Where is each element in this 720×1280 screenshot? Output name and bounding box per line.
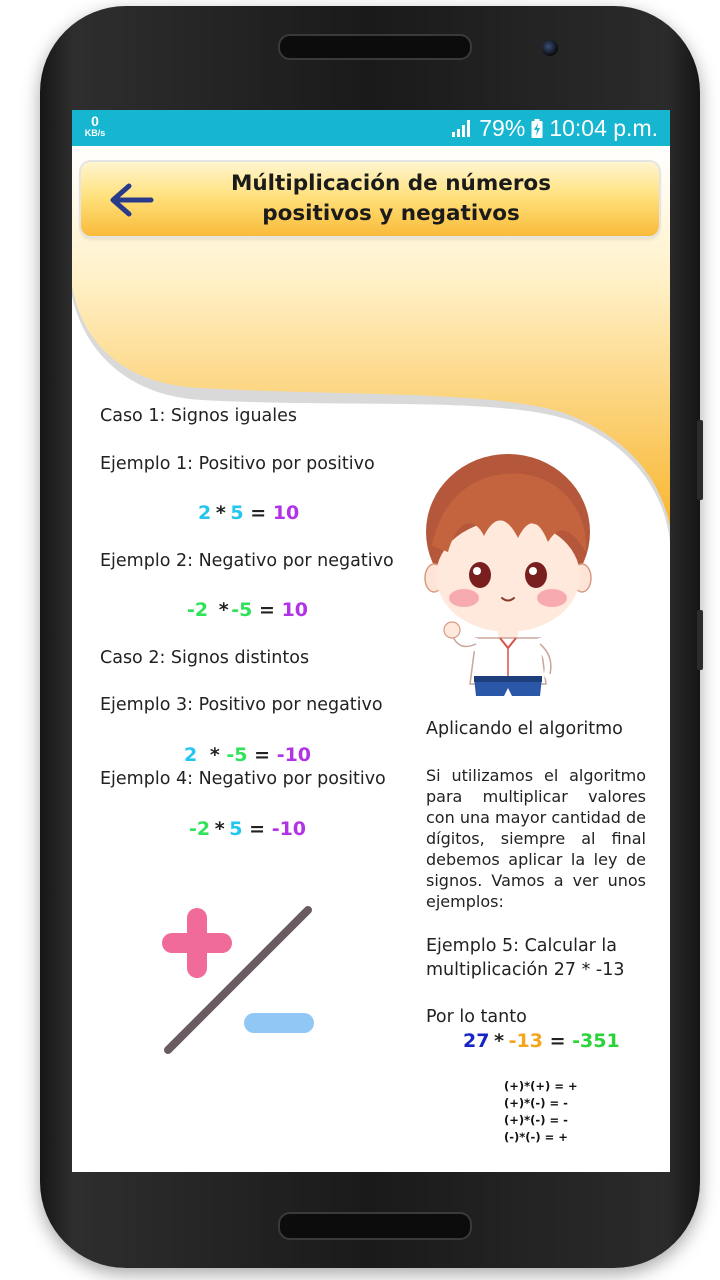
final-a: 27 [463,1030,490,1052]
ejemplo3-equation: 2 * -5 = -10 [184,744,311,766]
plus-minus-illustration [162,906,314,1054]
front-camera [542,40,558,56]
sign-rule: (+)*(-) = - [504,1096,568,1110]
status-icons: 79% 10:04 p.m. [451,114,658,142]
final-op: * [494,1030,505,1052]
por-lo-tanto: Por lo tanto [426,1007,527,1027]
final-equation: 27 * -13 = -351 [463,1030,620,1052]
ejemplo5-line2: multiplicación 27 * -13 [426,960,625,980]
ejemplo2-op: * [218,599,229,621]
final-eq: = [549,1030,566,1052]
ejemplo4-op: * [214,818,225,840]
ejemplo3-label: Ejemplo 3: Positivo por negativo [100,695,383,715]
battery-percent: 79% [479,114,526,141]
network-speed: 0 KB/s [80,114,110,138]
ejemplo1-a: 2 [198,502,212,524]
power-button [697,610,703,670]
final-b: -13 [508,1030,543,1052]
page-title-line1: Múltiplicación de números [230,171,551,196]
page-title-line2: positivos y negativos [262,201,520,226]
ejemplo2-label: Ejemplo 2: Negativo por negativo [100,551,394,571]
algorithm-paragraph: Si utilizamos el algoritmo para multipli… [426,766,646,911]
ejemplo4-a: -2 [189,818,211,840]
battery-charging-icon [531,118,543,138]
network-speed-value: 0 [91,113,99,129]
ejemplo3-a: 2 [184,744,198,766]
sign-rules-table: (+)*(+) = + (+)*(-) = - (+)*(-) = - (-)*… [504,1078,578,1146]
ejemplo1-label: Ejemplo 1: Positivo por positivo [100,454,375,474]
caso2-heading: Caso 2: Signos distintos [100,648,310,668]
status-bar: 0 KB/s 79% 10:04 p.m. [72,110,670,146]
ejemplo3-b: -5 [226,744,248,766]
ejemplo2-equation: -2 * -5 = 10 [187,599,308,621]
top-speaker [278,34,472,60]
ejemplo4-b: 5 [229,818,243,840]
cartoon-boy-illustration [424,454,592,696]
ejemplo1-op: * [215,502,226,524]
ejemplo2-b: -5 [231,599,253,621]
ejemplo4-result: -10 [271,818,307,840]
ejemplo1-result: 10 [272,502,300,524]
volume-button [697,420,703,500]
clock: 10:04 p.m. [549,114,658,141]
header-bar: Múltiplicación de números positivos y ne… [81,162,659,236]
ejemplo5-line1: Ejemplo 5: Calcular la [426,936,618,956]
ejemplo1-b: 5 [230,502,244,524]
sign-rule: (+)*(+) = + [504,1079,578,1093]
final-result: -351 [572,1030,620,1052]
ejemplo4-equation: -2 * 5 = -10 [189,818,306,840]
app-screen: 0 KB/s 79% 10:04 p.m. Múltiplicación de … [72,110,670,1172]
caso1-heading: Caso 1: Signos iguales [100,406,298,426]
ejemplo2-a: -2 [187,599,209,621]
signal-icon [452,120,471,137]
arrow-left-icon[interactable] [107,178,155,222]
ejemplo3-eq: = [254,744,271,766]
ejemplo2-result: 10 [281,599,309,621]
ejemplo4-label: Ejemplo 4: Negativo por positivo [100,769,386,789]
aplicando-heading: Aplicando el algoritmo [426,719,623,739]
sign-rule: (+)*(-) = - [504,1113,568,1127]
ejemplo1-equation: 2 * 5 = 10 [198,502,299,524]
ejemplo3-op: * [209,744,220,766]
sign-rule: (-)*(-) = + [504,1130,568,1144]
page-title: Múltiplicación de números positivos y ne… [211,169,571,229]
bottom-speaker [278,1212,472,1240]
ejemplo2-eq: = [259,599,275,621]
ejemplo3-result: -10 [276,744,312,766]
ejemplo4-eq: = [249,818,266,840]
network-speed-unit: KB/s [84,128,106,138]
ejemplo1-eq: = [250,502,267,524]
